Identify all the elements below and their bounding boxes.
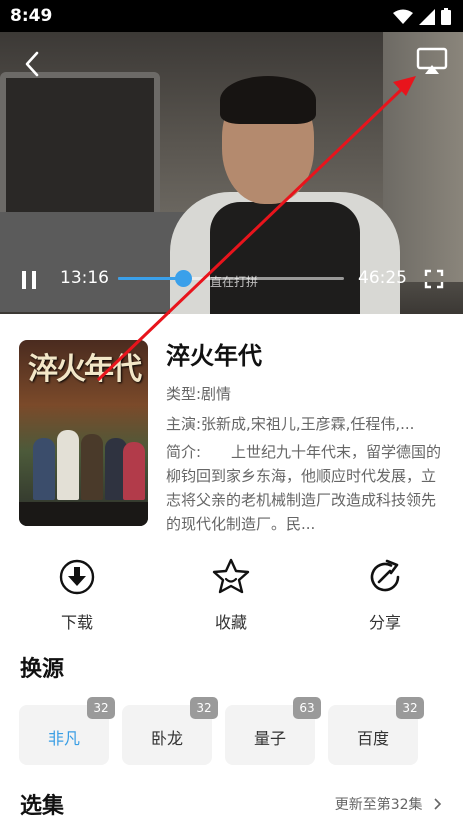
sources-title: 换源 (20, 657, 65, 682)
episodes-update-link[interactable]: 更新至第32集 (335, 794, 443, 814)
source-count-badge: 32 (190, 697, 218, 719)
share-button[interactable]: 分享 (340, 557, 430, 632)
download-button[interactable]: 下载 (32, 557, 122, 632)
star-icon (212, 558, 250, 594)
source-card-feifan[interactable]: 非凡 32 (19, 697, 115, 765)
scrub-hint: 直在打拼 (210, 275, 259, 289)
show-synopsis[interactable]: 简介: 上世纪九十年代末，留学德国的柳钧回到家乡东海，他顺应时代发展，立志将父亲… (166, 440, 446, 536)
show-poster[interactable]: 淬火年代 (19, 340, 148, 526)
share-label: 分享 (368, 613, 401, 632)
show-genre: 类型:剧情 (166, 385, 232, 403)
wifi-icon (393, 9, 413, 24)
total-time: 46:25 (358, 268, 407, 288)
status-time: 8:49 (10, 6, 53, 26)
source-name: 非凡 (47, 729, 80, 748)
source-count-badge: 32 (87, 697, 115, 719)
cast-button[interactable] (414, 45, 450, 77)
video-frame-tv (0, 72, 160, 222)
favorite-label: 收藏 (214, 613, 247, 632)
download-icon (59, 559, 95, 595)
favorite-button[interactable]: 收藏 (186, 557, 276, 632)
source-count-badge: 63 (293, 697, 321, 719)
progress-fill (118, 277, 183, 280)
source-name: 百度 (356, 729, 389, 748)
poster-title: 淬火年代 (28, 352, 142, 387)
fullscreen-icon (424, 269, 444, 289)
status-bar: 8:49 (0, 0, 463, 32)
progress-knob[interactable] (174, 270, 192, 287)
show-title: 淬火年代 (166, 342, 262, 370)
battery-icon (441, 8, 451, 25)
source-card-baidu[interactable]: 百度 32 (328, 697, 424, 765)
source-card-liangzi[interactable]: 量子 63 (225, 697, 321, 765)
source-count-badge: 32 (396, 697, 424, 719)
video-frame-cabinet (0, 212, 190, 312)
episodes-title: 选集 (20, 794, 65, 819)
status-icons (393, 8, 451, 25)
show-cast: 主演:张新成,宋祖儿,王彦霖,任程伟,... (166, 415, 415, 433)
cast-icon (416, 47, 448, 74)
source-name: 卧龙 (150, 729, 183, 748)
download-label: 下载 (60, 613, 93, 632)
episodes-update-text: 更新至第32集 (334, 797, 423, 813)
back-button[interactable] (14, 50, 50, 78)
current-time: 13:16 (60, 268, 109, 288)
chevron-right-icon (434, 798, 442, 810)
signal-icon (419, 8, 435, 25)
source-name: 量子 (253, 729, 286, 748)
pause-icon (22, 271, 36, 289)
fullscreen-button[interactable] (420, 266, 448, 292)
pause-button[interactable] (14, 266, 44, 294)
source-card-wolong[interactable]: 卧龙 32 (122, 697, 218, 765)
share-icon (370, 559, 400, 592)
back-icon (25, 51, 39, 77)
